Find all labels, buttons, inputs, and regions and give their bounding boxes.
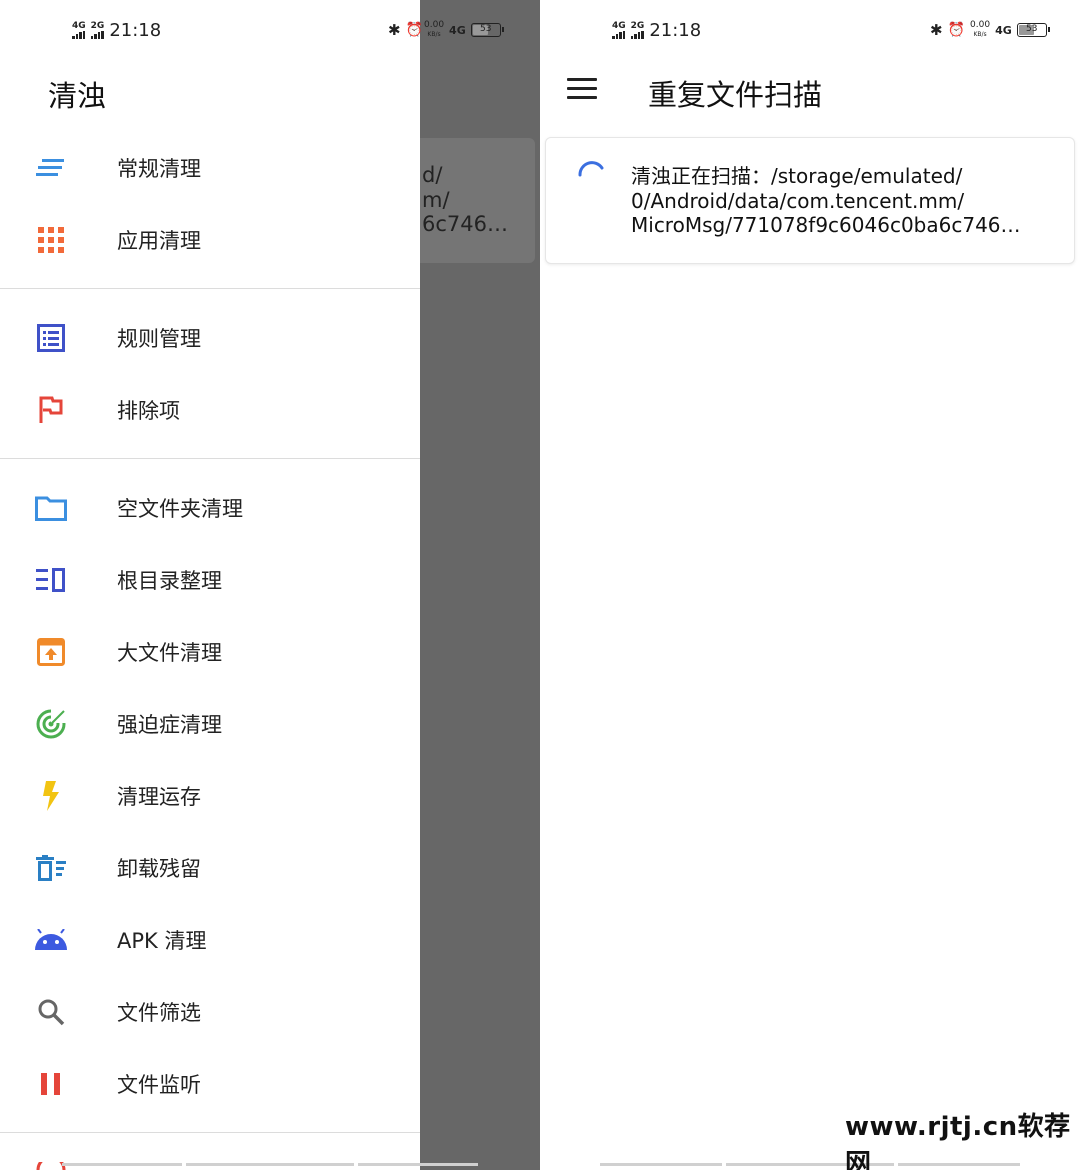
drawer-item-label: 根目录整理 (117, 569, 222, 593)
status-time: 21:18 (649, 19, 702, 41)
drawer-item-exclusions[interactable]: 排除项 (0, 380, 420, 440)
root-list-icon (34, 565, 68, 595)
signal-icon: 2G (91, 21, 104, 39)
drawer-item-memory-clean[interactable]: 清理运存 (0, 766, 420, 826)
watermark: www.rjtj.cn软荐网 (845, 1112, 1071, 1170)
drawer-item-label: 文件监听 (117, 1073, 201, 1097)
drawer-title: 清浊 (48, 79, 107, 113)
status-icons-right: 0.00 KB/s 4G 53 (424, 14, 504, 46)
drawer-item-label: 强迫症清理 (117, 713, 222, 737)
signal-icon: 4G (72, 21, 86, 39)
nav-indicator (358, 1163, 478, 1166)
page-title: 重复文件扫描 (648, 78, 823, 112)
navigation-drawer: 4G 2G 21:18 ✱ ⏰ 清浊 常规清理 应用清理 规则管理 排除项 空文… (0, 0, 423, 1170)
drawer-item-rules[interactable]: 规则管理 (0, 308, 420, 368)
drawer-item-app-clean[interactable]: 应用清理 (0, 210, 420, 270)
drawer-item-label: 文件筛选 (117, 1001, 201, 1025)
status-bar: 4G 2G 21:18 (72, 14, 161, 46)
battery-icon: 53 (470, 23, 504, 37)
signal-icon: 2G (631, 21, 644, 39)
status-icons: ✱ ⏰ 0.00 KB/s 4G 53 (930, 14, 1050, 46)
drawer-item-root-dir[interactable]: 根目录整理 (0, 550, 420, 610)
status-bar: 4G 2G 21:18 (612, 14, 701, 46)
drawer-item-label: 空文件夹清理 (117, 497, 243, 521)
alarm-icon: ⏰ (947, 22, 966, 38)
lines-icon (34, 153, 68, 183)
pause-icon (34, 1069, 68, 1099)
drawer-item-label: 大文件清理 (117, 641, 222, 665)
divider (0, 1132, 420, 1133)
upload-box-icon (34, 637, 68, 667)
drawer-item-ocd-clean[interactable]: 强迫症清理 (0, 694, 420, 754)
network-type: 4G (449, 23, 466, 37)
network-type: 4G (995, 23, 1012, 37)
grid-apps-icon (34, 225, 68, 255)
nav-indicator (62, 1163, 182, 1166)
divider (0, 288, 420, 289)
list-doc-icon (34, 323, 68, 353)
status-icons: ✱ ⏰ (388, 14, 423, 46)
drawer-item-label: APK 清理 (117, 929, 207, 953)
menu-icon[interactable] (567, 78, 597, 102)
target-icon (34, 709, 68, 739)
lightning-icon (34, 781, 68, 811)
network-speed: 0.00 KB/s (970, 20, 991, 39)
drawer-item-label: 常规清理 (117, 157, 201, 181)
network-speed: 0.00 KB/s (424, 20, 445, 39)
scan-status-text: 清浊正在扫描：/storage/emulated/ 0/Android/data… (631, 164, 1021, 237)
divider (0, 458, 420, 459)
alarm-icon: ⏰ (405, 22, 424, 38)
drawer-item-large-file[interactable]: 大文件清理 (0, 622, 420, 682)
drawer-item-label: 清理运存 (117, 785, 201, 809)
status-time: 21:18 (109, 19, 162, 41)
trash-list-icon (34, 853, 68, 883)
drawer-item-uninstall-residue[interactable]: 卸载残留 (0, 838, 420, 898)
left-screen: d/ m/ 6c746… 4G 2G 21:18 ✱ ⏰ 清浊 常规清理 应用清… (0, 0, 540, 1170)
background-scan-text: d/ m/ 6c746… (422, 163, 508, 236)
folder-icon (34, 493, 68, 523)
bluetooth-icon: ✱ (388, 21, 401, 39)
search-icon (34, 997, 68, 1027)
drawer-item-empty-folder[interactable]: 空文件夹清理 (0, 478, 420, 538)
drawer-item-file-filter[interactable]: 文件筛选 (0, 982, 420, 1042)
drawer-item-label: 应用清理 (117, 229, 201, 253)
battery-icon: 53 (1016, 23, 1050, 37)
android-icon (34, 925, 68, 955)
drawer-item-label: 规则管理 (117, 327, 201, 351)
drawer-item-label: 排除项 (117, 399, 180, 423)
bluetooth-icon: ✱ (930, 21, 943, 39)
loading-spinner-icon (578, 161, 604, 177)
nav-indicator (600, 1163, 722, 1166)
right-screen: 4G 2G 21:18 ✱ ⏰ 0.00 KB/s 4G 53 重复文件扫描 清浊… (540, 0, 1080, 1170)
drawer-item-regular-clean[interactable]: 常规清理 (0, 138, 420, 198)
drawer-item-apk-clean[interactable]: APK 清理 (0, 910, 420, 970)
flag-icon (34, 395, 68, 425)
signal-icon: 4G (612, 21, 626, 39)
nav-indicator (186, 1163, 354, 1166)
drawer-item-label: 卸载残留 (117, 857, 201, 881)
drawer-item-file-monitor[interactable]: 文件监听 (0, 1054, 420, 1114)
scan-progress-card: 清浊正在扫描：/storage/emulated/ 0/Android/data… (545, 137, 1075, 264)
